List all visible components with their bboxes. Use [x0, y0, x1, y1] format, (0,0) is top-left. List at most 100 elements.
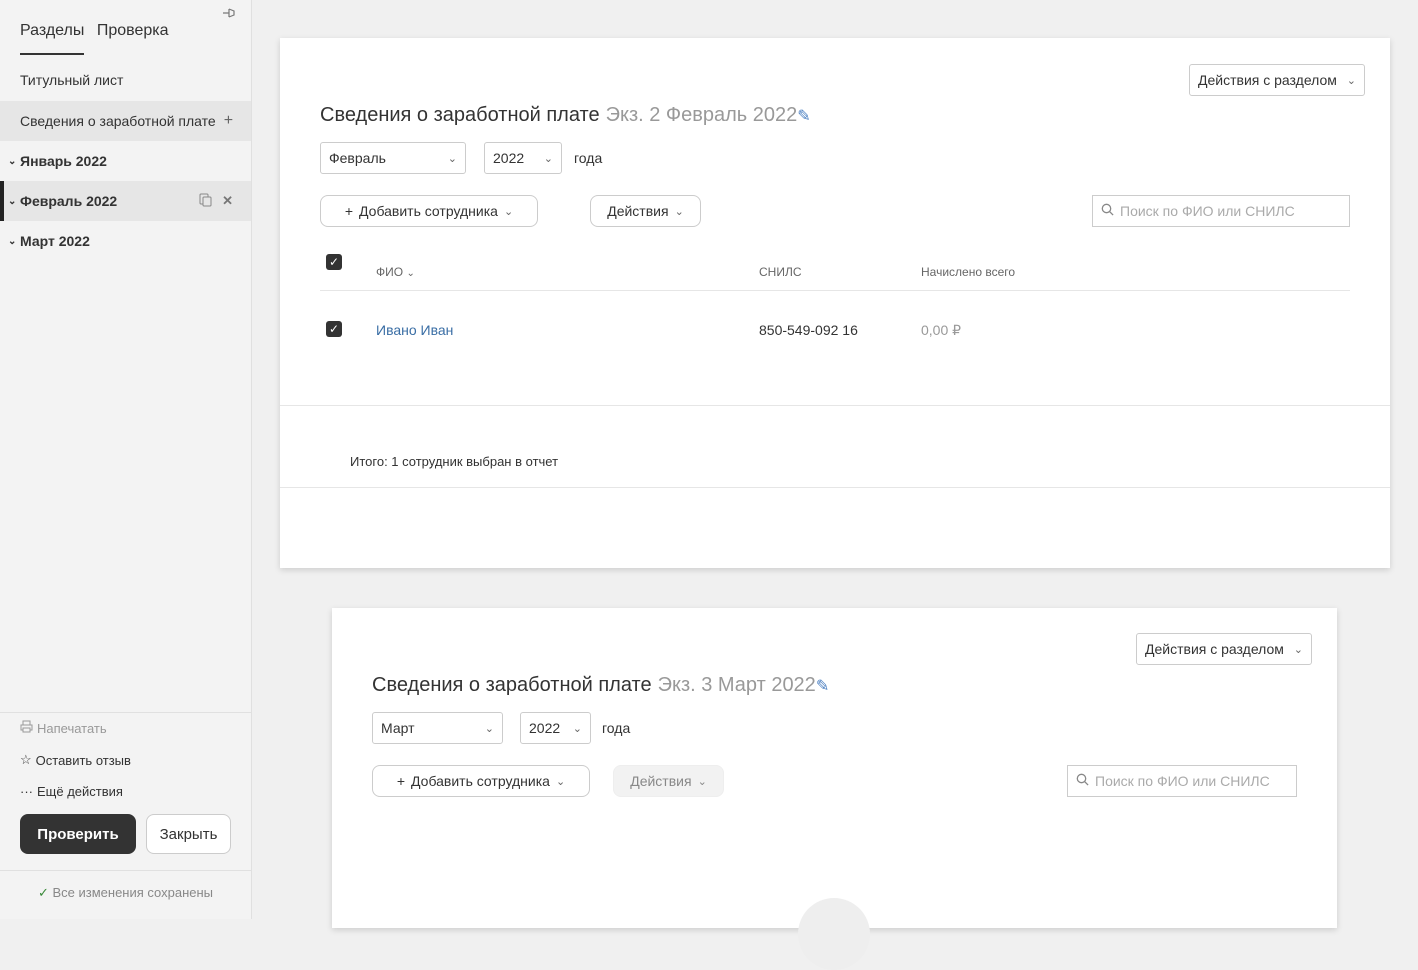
actions-button[interactable]: Действия ⌄: [590, 195, 701, 227]
search-field[interactable]: [1092, 195, 1350, 227]
search-icon: [1076, 773, 1089, 789]
section-actions-dropdown[interactable]: Действия с разделом ⌄: [1189, 64, 1365, 96]
chevron-down-icon: ⌄: [543, 152, 553, 165]
add-employee-label: Добавить сотрудника: [359, 203, 498, 219]
select-all-checkbox[interactable]: ✓: [326, 254, 342, 270]
year-suffix: года: [602, 720, 631, 736]
section-actions-label: Действия с разделом: [1145, 641, 1284, 657]
year-value: 2022: [529, 720, 561, 736]
close-icon[interactable]: ✕: [222, 193, 233, 210]
title-subtitle: Экз. 2 Февраль 2022: [605, 104, 798, 126]
sidebar-item-label: Март 2022: [20, 233, 90, 249]
sidebar-item-label: Сведения о заработной плате: [20, 113, 216, 129]
chevron-down-icon: ⌄: [572, 722, 582, 735]
active-marker: [0, 181, 4, 221]
more-actions-label: Ещё действия: [37, 784, 123, 799]
check-icon: ✓: [37, 885, 49, 900]
print-label: Напечатать: [37, 720, 107, 736]
search-icon: [1101, 203, 1114, 219]
month-select[interactable]: Март ⌄: [372, 712, 503, 744]
month-value: Февраль: [329, 150, 386, 166]
tab-check[interactable]: Проверка: [97, 22, 169, 53]
year-suffix: года: [574, 150, 603, 166]
add-employee-button[interactable]: + Добавить сотрудника ⌄: [372, 765, 590, 797]
title-text: Сведения о заработной плате: [372, 674, 652, 696]
column-fio-label: ФИО: [376, 265, 404, 279]
section-card-march: Действия с разделом ⌄ Сведения о заработ…: [332, 608, 1337, 970]
table-footer-divider: [280, 405, 1390, 406]
pin-icon[interactable]: [220, 4, 238, 22]
sidebar-tabs: Разделы Проверка: [20, 22, 177, 55]
search-field[interactable]: [1067, 765, 1297, 797]
star-icon: ☆: [20, 752, 32, 767]
column-accrued: Начислено всего: [921, 265, 1016, 279]
sidebar-item-march[interactable]: ⌄ Март 2022: [0, 221, 251, 261]
check-button[interactable]: Проверить: [20, 814, 136, 854]
plus-icon: +: [396, 773, 406, 789]
actions-label: Действия: [630, 773, 692, 789]
chevron-down-icon: ⌄: [503, 205, 514, 218]
column-snils: СНИЛС: [759, 265, 802, 279]
chevron-down-icon: ⌄: [8, 155, 17, 167]
more-actions[interactable]: ··· Ещё действия: [20, 784, 123, 799]
printer-icon: [20, 720, 33, 736]
search-input[interactable]: [1118, 202, 1328, 220]
sidebar-item-title-page[interactable]: Титульный лист: [0, 60, 251, 100]
month-value: Март: [381, 720, 415, 736]
pencil-icon[interactable]: ✎: [797, 108, 810, 125]
title-text: Сведения о заработной плате: [320, 104, 600, 126]
section-card-february: Действия с разделом ⌄ Сведения о заработ…: [280, 38, 1390, 568]
search-input[interactable]: [1093, 772, 1278, 790]
page-title: Сведения о заработной плате Экз. 2 Феврал…: [320, 104, 811, 127]
year-select[interactable]: 2022 ⌄: [520, 712, 591, 744]
feedback-action[interactable]: ☆ Оставить отзыв: [20, 752, 131, 768]
sidebar: Разделы Проверка Титульный лист Сведения…: [0, 0, 252, 919]
chevron-down-icon: ⌄: [674, 205, 684, 218]
sidebar-item-label: Январь 2022: [20, 153, 107, 169]
chevron-down-icon: ⌄: [406, 268, 415, 279]
add-employee-button[interactable]: + Добавить сотрудника ⌄: [320, 195, 538, 227]
saved-status-text: Все изменения сохранены: [52, 885, 214, 900]
saved-status: ✓ Все изменения сохранены: [0, 870, 251, 901]
section-actions-dropdown[interactable]: Действия с разделом ⌄: [1136, 633, 1312, 665]
page-title: Сведения о заработной плате Экз. 3 Март 2…: [372, 674, 829, 697]
sidebar-item-january[interactable]: ⌄ Январь 2022: [0, 141, 251, 181]
employee-accrued: 0,00 ₽: [921, 322, 962, 338]
sidebar-item-february[interactable]: ⌄ Февраль 2022 ✕: [0, 181, 251, 221]
actions-label: Действия: [607, 203, 669, 219]
year-select[interactable]: 2022 ⌄: [484, 142, 562, 174]
employee-name-link[interactable]: Ивано Иван: [376, 322, 453, 338]
column-fio[interactable]: ФИО ⌄: [376, 265, 415, 279]
sidebar-item-salary-info[interactable]: Сведения о заработной плате +: [0, 101, 251, 141]
feedback-label: Оставить отзыв: [35, 752, 131, 768]
header-divider: [320, 290, 1350, 291]
add-employee-label: Добавить сотрудника: [411, 773, 550, 789]
close-button[interactable]: Закрыть: [146, 814, 231, 854]
tab-sections[interactable]: Разделы: [20, 22, 85, 55]
empty-state-icon: [798, 898, 870, 970]
title-subtitle: Экз. 3 Март 2022: [657, 674, 816, 696]
pencil-icon[interactable]: ✎: [816, 678, 829, 695]
row-checkbox[interactable]: ✓: [326, 321, 342, 337]
summary-divider: [280, 487, 1390, 488]
year-value: 2022: [493, 150, 525, 166]
chevron-down-icon: ⌄: [8, 235, 17, 247]
sidebar-bottom-divider: [0, 712, 251, 713]
chevron-down-icon: ⌄: [1346, 74, 1356, 87]
sidebar-item-label: Февраль 2022: [20, 193, 118, 209]
print-action[interactable]: Напечатать: [20, 720, 107, 736]
chevron-down-icon: ⌄: [1293, 643, 1303, 656]
ellipsis-icon: ···: [20, 784, 33, 799]
chevron-down-icon: ⌄: [484, 722, 494, 735]
chevron-down-icon: ⌄: [447, 152, 457, 165]
chevron-down-icon: ⌄: [555, 775, 566, 788]
chevron-down-icon: ⌄: [697, 775, 707, 788]
plus-icon: +: [344, 203, 354, 219]
chevron-down-icon: ⌄: [8, 195, 17, 207]
copy-icon[interactable]: [199, 193, 212, 210]
add-icon[interactable]: +: [224, 112, 233, 130]
section-actions-label: Действия с разделом: [1198, 72, 1337, 88]
month-select[interactable]: Февраль ⌄: [320, 142, 466, 174]
actions-button[interactable]: Действия ⌄: [613, 765, 724, 797]
total-summary: Итого: 1 сотрудник выбран в отчет: [350, 454, 559, 469]
